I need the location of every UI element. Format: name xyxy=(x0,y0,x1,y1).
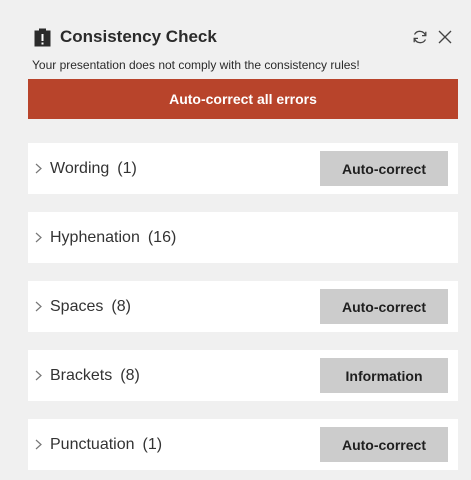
panel-title: Consistency Check xyxy=(60,27,217,46)
category-name: Punctuation xyxy=(50,436,135,453)
category-label: Hyphenation (16) xyxy=(50,212,176,263)
chevron-right-icon xyxy=(34,162,43,175)
auto-correct-all-button[interactable]: Auto-correct all errors xyxy=(28,79,458,119)
category-label: Spaces (8) xyxy=(50,281,131,332)
category-row-brackets[interactable]: Brackets (8) Information xyxy=(28,350,458,401)
category-label: Brackets (8) xyxy=(50,350,140,401)
information-button[interactable]: Information xyxy=(320,358,448,393)
panel-header: Consistency Check xyxy=(34,26,471,48)
category-name: Spaces xyxy=(50,298,104,315)
category-count: (1) xyxy=(117,160,137,177)
clipboard-alert-icon xyxy=(34,28,51,47)
category-row-wording[interactable]: Wording (1) Auto-correct xyxy=(28,143,458,194)
chevron-right-icon xyxy=(34,231,43,244)
category-count: (1) xyxy=(142,436,163,453)
category-row-hyphenation[interactable]: Hyphenation (16) xyxy=(28,212,458,263)
category-list: Wording (1) Auto-correct Hyphenation (16) … xyxy=(28,143,458,480)
category-count: (16) xyxy=(147,229,177,246)
category-row-punctuation[interactable]: Punctuation (1) Auto-correct xyxy=(28,419,458,470)
close-icon[interactable] xyxy=(436,28,454,46)
auto-correct-button[interactable]: Auto-correct xyxy=(320,289,448,324)
category-count: (8) xyxy=(111,298,131,315)
auto-correct-button[interactable]: Auto-correct xyxy=(320,151,448,186)
category-name: Hyphenation xyxy=(50,229,140,246)
compliance-message: Your presentation does not comply with t… xyxy=(32,58,360,72)
category-label: Punctuation (1) xyxy=(50,419,162,470)
chevron-right-icon xyxy=(34,438,43,451)
refresh-icon[interactable] xyxy=(411,28,429,46)
category-row-spaces[interactable]: Spaces (8) Auto-correct xyxy=(28,281,458,332)
category-label: Wording (1) xyxy=(50,143,137,194)
consistency-check-panel: Consistency Check Your presentation does… xyxy=(0,0,471,480)
category-name: Brackets xyxy=(50,367,113,384)
auto-correct-button[interactable]: Auto-correct xyxy=(320,427,448,462)
category-name: Wording xyxy=(50,160,110,177)
chevron-right-icon xyxy=(34,369,43,382)
category-count: (8) xyxy=(120,367,140,384)
chevron-right-icon xyxy=(34,300,43,313)
